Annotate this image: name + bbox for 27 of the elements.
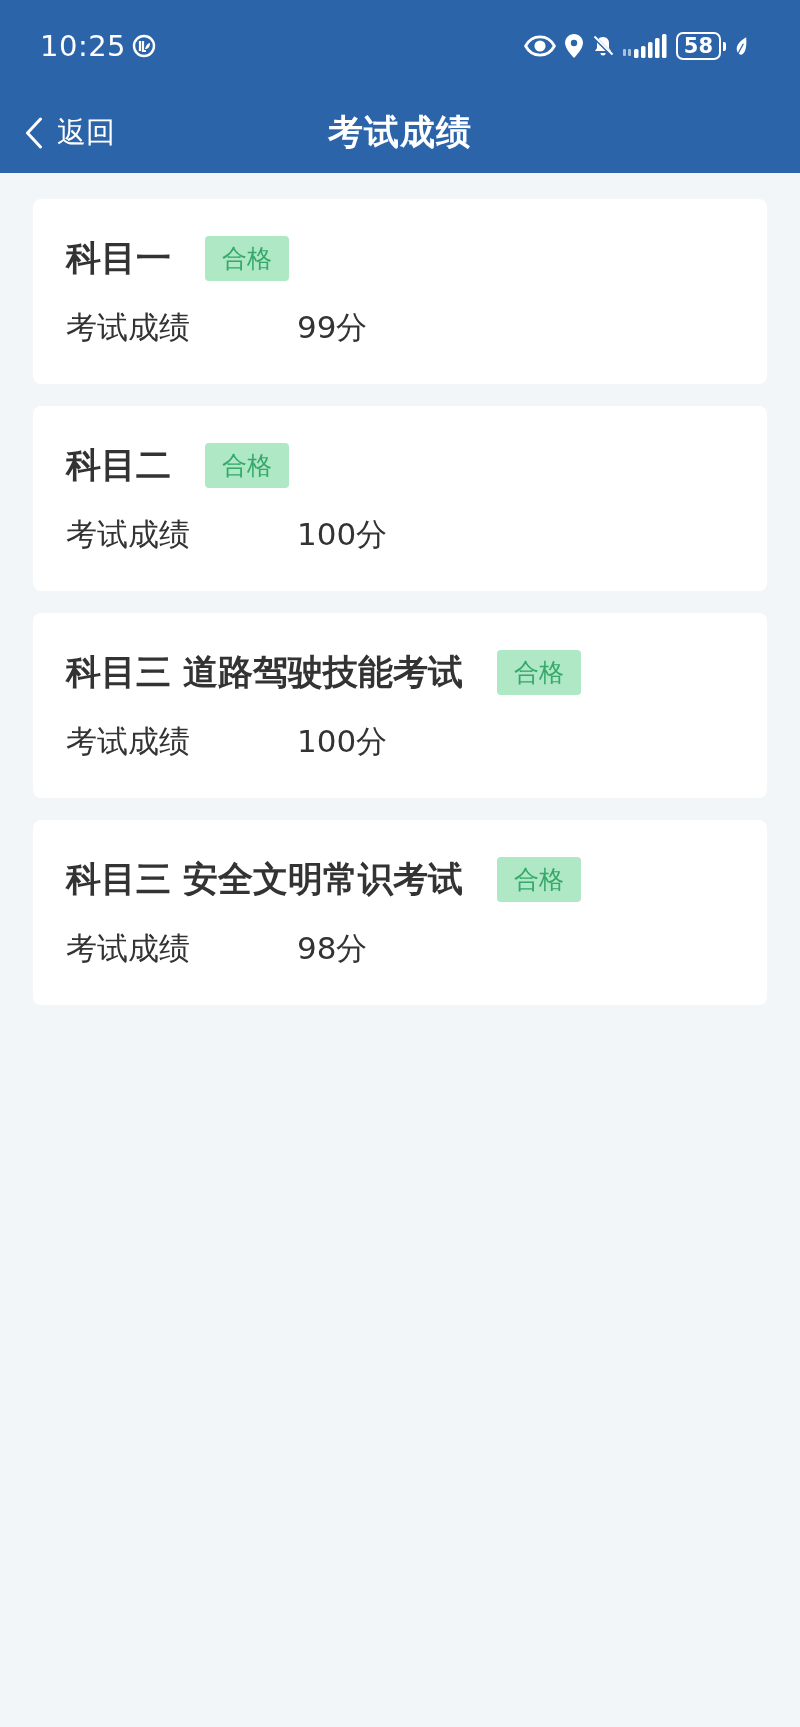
eye-icon xyxy=(523,35,556,57)
subject-title: 科目一 xyxy=(66,236,171,280)
bell-off-icon xyxy=(591,35,614,57)
battery-level: 58 xyxy=(675,32,721,60)
status-time: 10:25 xyxy=(40,29,127,63)
status-tag: 合格 xyxy=(205,235,289,281)
subject-title: 科目三 道路驾驶技能考试 xyxy=(66,650,464,694)
subject-title: 科目三 安全文明常识考试 xyxy=(66,857,464,901)
leaf-icon xyxy=(735,35,748,57)
subject-title: 科目二 xyxy=(66,443,171,487)
score-value: 100分 xyxy=(297,722,388,761)
circle-leaf-icon xyxy=(132,34,157,58)
score-value: 99分 xyxy=(297,308,368,347)
status-tag: 合格 xyxy=(497,649,582,695)
page-title: 考试成绩 xyxy=(328,111,472,154)
signal-bars-icon xyxy=(622,34,667,58)
status-tag: 合格 xyxy=(205,442,289,488)
chevron-left-icon xyxy=(24,116,43,149)
score-value: 98分 xyxy=(297,929,368,968)
score-label: 考试成绩 xyxy=(66,308,191,347)
score-label: 考试成绩 xyxy=(66,515,191,554)
back-button[interactable]: 返回 xyxy=(24,112,115,153)
status-tag: 合格 xyxy=(497,856,582,902)
score-label: 考试成绩 xyxy=(66,722,191,761)
location-pin-icon xyxy=(564,34,583,58)
score-value: 100分 xyxy=(297,515,388,554)
score-label: 考试成绩 xyxy=(66,929,191,968)
